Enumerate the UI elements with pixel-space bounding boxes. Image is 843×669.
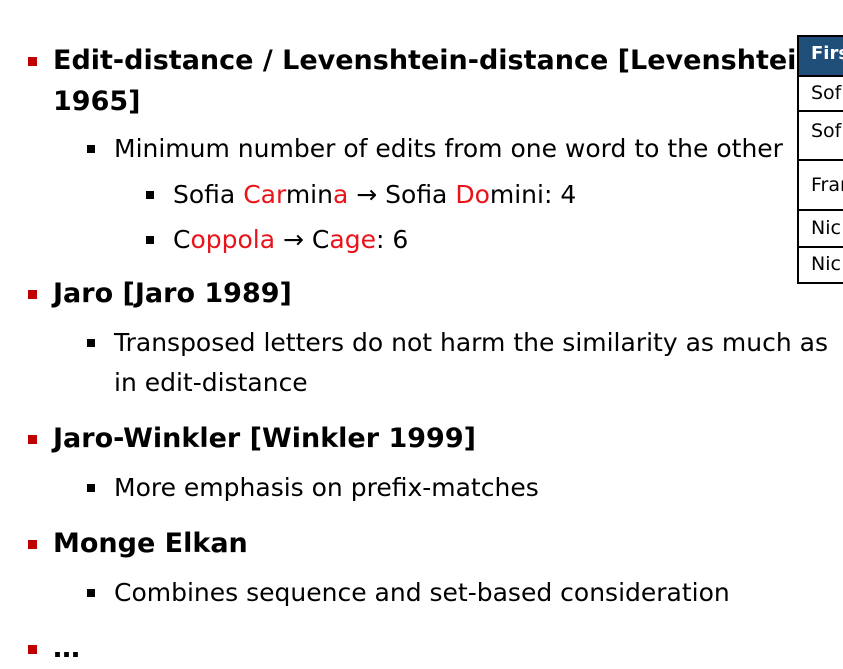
table-row: Nic (799, 209, 843, 248)
jaro-description: Transposed letters do not harm the simil… (114, 328, 828, 357)
sub-bullet-marker (146, 236, 154, 244)
bullet-marker (28, 57, 37, 66)
bullet-marker (28, 435, 37, 444)
arrow-icon: → (283, 225, 304, 254)
table-header: Firs (799, 37, 843, 75)
table-cell: Sof (811, 120, 842, 142)
example-sofia: Sofia Carmina → Sofia Domini: 4 (173, 180, 577, 209)
table-cell: Fran (811, 174, 843, 196)
item-ellipsis: … (53, 633, 80, 664)
table-cell: Nic (811, 217, 841, 239)
table-cell: Nic (811, 253, 841, 275)
jaro-description-cont: in edit-distance (114, 368, 308, 397)
sub-bullet-marker (87, 589, 95, 597)
table-cell: Sof (811, 82, 842, 104)
bullet-marker (28, 645, 37, 654)
names-table: Firs Sof Sof Fran Nic Nic (797, 35, 843, 284)
arrow-icon: → (356, 180, 378, 209)
item-edit-distance-title-cont: 1965] (53, 86, 141, 117)
item-jaro-winkler-title: Jaro-Winkler [Winkler 1999] (53, 423, 476, 454)
table-row: Sof (799, 110, 843, 161)
example-coppola: Coppola → Cage: 6 (173, 225, 409, 254)
jaro-winkler-description: More emphasis on prefix-matches (114, 473, 539, 502)
item-jaro-title: Jaro [Jaro 1989] (53, 278, 292, 309)
sub-bullet-marker (87, 484, 95, 492)
item-edit-distance-title: Edit-distance / Levenshtein-distance [Le… (53, 45, 816, 76)
edit-distance-description: Minimum number of edits from one word to… (114, 134, 783, 163)
bullet-marker (28, 290, 37, 299)
sub-bullet-marker (146, 191, 154, 199)
bullet-marker (28, 540, 37, 549)
item-monge-elkan-title: Monge Elkan (53, 528, 248, 559)
sub-bullet-marker (87, 339, 95, 347)
table-row: Fran (799, 159, 843, 211)
table-row: Sof (799, 75, 843, 112)
table-row: Nic (799, 246, 843, 284)
sub-bullet-marker (87, 145, 95, 153)
monge-elkan-description: Combines sequence and set-based consider… (114, 578, 730, 607)
table-header-cell: Firs (811, 43, 843, 64)
